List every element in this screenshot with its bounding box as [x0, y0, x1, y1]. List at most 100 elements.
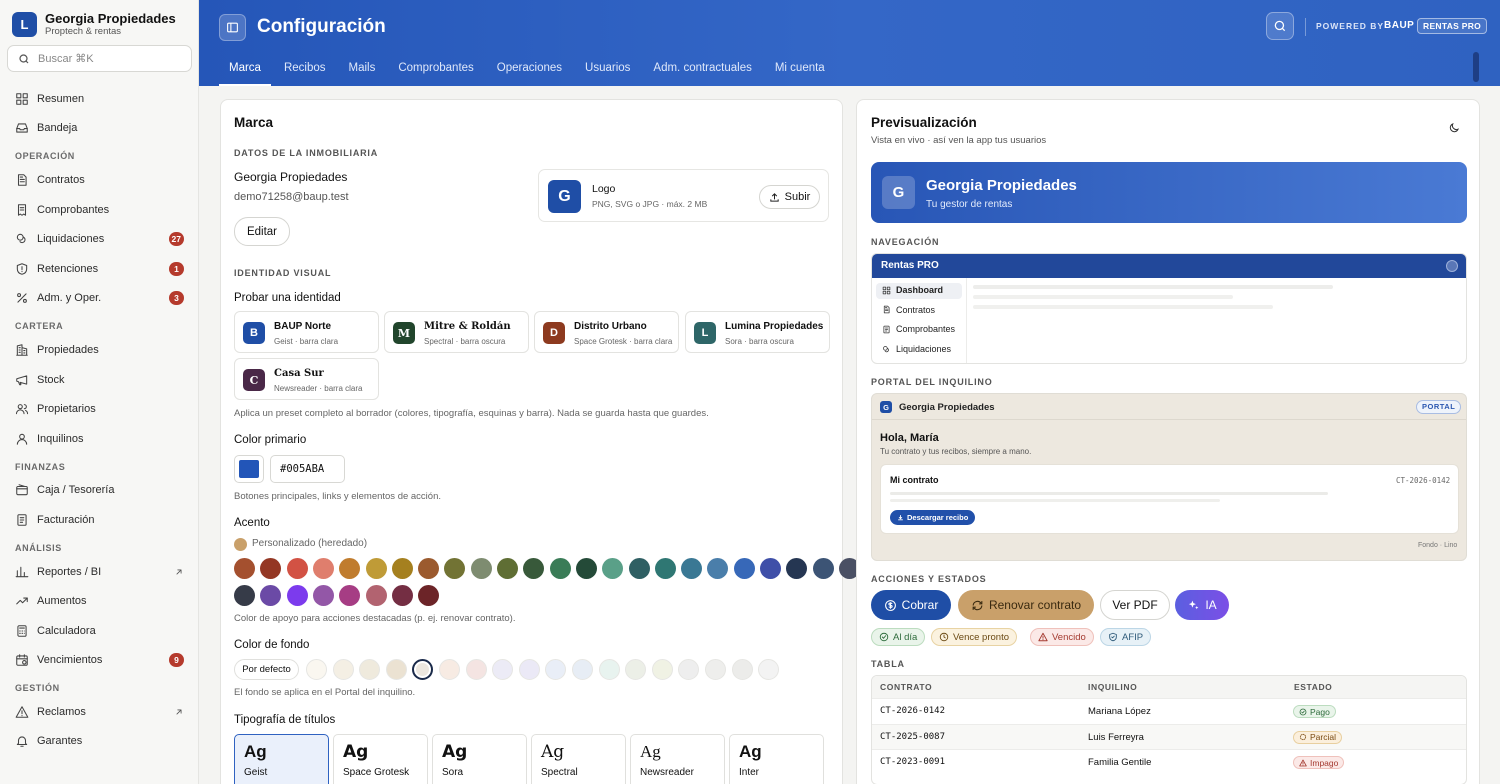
sidebar-item-aumentos[interactable]: Aumentos: [0, 586, 199, 616]
sidebar-item-propietarios[interactable]: Propietarios: [0, 394, 199, 424]
sidebar-item-comprobantes[interactable]: Comprobantes: [0, 195, 199, 225]
bg-swatch[interactable]: [598, 659, 620, 680]
sidebar-item-garantes[interactable]: Garantes: [0, 727, 199, 757]
preset-distrito-urbano[interactable]: D Distrito Urbano Space Grotesk · barra cl…: [534, 311, 679, 353]
accent-swatch[interactable]: [602, 558, 624, 579]
bg-swatch[interactable]: [465, 659, 487, 680]
accent-swatch[interactable]: [286, 558, 308, 579]
accent-swatch[interactable]: [444, 558, 466, 579]
bg-swatch[interactable]: [518, 659, 540, 680]
sidebar-item-adm-y-oper[interactable]: Adm. y Oper. 3: [0, 284, 199, 314]
primary-color-picker[interactable]: [234, 455, 264, 483]
header-search-button[interactable]: [1266, 12, 1294, 40]
sidebar-item-facturacion[interactable]: Facturación: [0, 505, 199, 535]
accent-swatch[interactable]: [365, 585, 387, 606]
tab-comprobantes[interactable]: Comprobantes: [388, 52, 483, 86]
sidebar-item-caja-tesoreria[interactable]: Caja / Tesorería: [0, 476, 199, 506]
table-row[interactable]: CT-2025-0087 Luis Ferreyra Parcial: [872, 723, 1466, 749]
tab-usuarios[interactable]: Usuarios: [575, 52, 640, 86]
accent-swatch[interactable]: [523, 558, 545, 579]
bg-swatch[interactable]: [359, 659, 381, 680]
ia-button[interactable]: IA: [1175, 590, 1229, 620]
preset-baup-norte[interactable]: B BAUP Norte Geist · barra clara: [234, 311, 379, 353]
accent-swatch[interactable]: [418, 558, 440, 579]
accent-swatch[interactable]: [654, 558, 676, 579]
sidebar-item-reportes-bi[interactable]: Reportes / BI: [0, 557, 199, 587]
typography-option-sora[interactable]: Ag Sora: [432, 734, 527, 784]
bg-default-button[interactable]: Por defecto: [234, 659, 299, 680]
accent-swatch[interactable]: [339, 585, 361, 606]
sidebar-item-calculadora[interactable]: Calculadora: [0, 616, 199, 646]
sidebar-item-retenciones[interactable]: Retenciones 1: [0, 254, 199, 284]
accent-swatch[interactable]: [312, 585, 334, 606]
tab-mails[interactable]: Mails: [339, 52, 386, 86]
accent-custom-swatch[interactable]: [234, 538, 247, 551]
tab-operaciones[interactable]: Operaciones: [487, 52, 572, 86]
accent-swatch[interactable]: [286, 585, 308, 606]
bg-swatch[interactable]: [651, 659, 673, 680]
bg-swatch[interactable]: [492, 659, 514, 680]
bg-swatch[interactable]: [412, 659, 434, 680]
cobrar-button[interactable]: Cobrar: [871, 590, 951, 620]
primary-color-hex-input[interactable]: #005ABA: [270, 455, 345, 483]
brand[interactable]: L Georgia Propiedades Proptech & rentas: [12, 11, 176, 37]
accent-swatch[interactable]: [234, 558, 255, 579]
accent-swatch[interactable]: [628, 558, 650, 579]
typography-option-inter[interactable]: Ag Inter: [729, 734, 824, 784]
typography-option-newsreader[interactable]: Ag Newsreader: [630, 734, 725, 784]
preset-mitre-roldan[interactable]: M Mitre & Roldán Spectral · barra oscura: [384, 311, 529, 353]
sidebar-item-liquidaciones[interactable]: Liquidaciones 27: [0, 224, 199, 254]
ver-pdf-button[interactable]: Ver PDF: [1100, 590, 1170, 620]
typography-option-space-grotesk[interactable]: Ag Space Grotesk: [333, 734, 428, 784]
accent-swatch[interactable]: [733, 558, 755, 579]
sidebar-item-contratos[interactable]: Contratos: [0, 165, 199, 195]
sidebar-item-bandeja[interactable]: Bandeja: [0, 114, 199, 144]
bg-swatch[interactable]: [758, 659, 780, 680]
bg-swatch[interactable]: [332, 659, 354, 680]
tab-mi-cuenta[interactable]: Mi cuenta: [765, 52, 835, 86]
bg-swatch[interactable]: [731, 659, 753, 680]
accent-swatch[interactable]: [812, 558, 834, 579]
sidebar-item-vencimientos[interactable]: Vencimientos 9: [0, 646, 199, 676]
preset-lumina-propiedades[interactable]: L Lumina Propiedades Sora · barra oscura: [685, 311, 830, 353]
upload-button[interactable]: Subir: [759, 185, 820, 209]
bg-swatch[interactable]: [705, 659, 726, 680]
tab-recibos[interactable]: Recibos: [274, 52, 336, 86]
sidebar-item-propiedades[interactable]: Propiedades: [0, 335, 199, 365]
accent-swatch[interactable]: [575, 558, 597, 579]
accent-swatch[interactable]: [234, 585, 255, 606]
bg-swatch[interactable]: [678, 659, 700, 680]
bg-swatch[interactable]: [545, 659, 567, 680]
bg-swatch[interactable]: [306, 659, 327, 680]
accent-swatch[interactable]: [391, 558, 413, 579]
tab-adm-contractuales[interactable]: Adm. contractuales: [643, 52, 761, 86]
accent-swatch[interactable]: [497, 558, 518, 579]
accent-swatch[interactable]: [549, 558, 571, 579]
tab-marca[interactable]: Marca: [219, 52, 271, 86]
bg-swatch[interactable]: [572, 659, 593, 680]
table-row[interactable]: CT-2026-0142 Mariana López Pago: [872, 698, 1466, 724]
sidebar-item-reclamos[interactable]: Reclamos: [0, 697, 199, 727]
bg-swatch[interactable]: [439, 659, 460, 680]
accent-swatch[interactable]: [418, 585, 440, 606]
typography-option-geist[interactable]: Ag Geist: [234, 734, 329, 784]
accent-swatch[interactable]: [260, 585, 282, 606]
theme-toggle-button[interactable]: [1448, 122, 1460, 134]
accent-swatch[interactable]: [339, 558, 361, 579]
bg-swatch[interactable]: [385, 659, 407, 680]
typography-option-spectral[interactable]: Ag Spectral: [531, 734, 626, 784]
accent-swatch[interactable]: [365, 558, 387, 579]
preset-casa-sur[interactable]: C Casa Sur Newsreader · barra clara: [234, 358, 379, 400]
download-receipt-button[interactable]: Descargar recibo: [890, 510, 976, 525]
tabs-scrollbar[interactable]: [1473, 52, 1479, 82]
edit-button[interactable]: Editar: [234, 217, 290, 246]
accent-swatch[interactable]: [760, 558, 781, 579]
sidebar-toggle-button[interactable]: [219, 14, 246, 41]
sidebar-item-inquilinos[interactable]: Inquilinos: [0, 424, 199, 454]
accent-swatch[interactable]: [391, 585, 413, 606]
bg-swatch[interactable]: [625, 659, 647, 680]
accent-swatch[interactable]: [786, 558, 808, 579]
sidebar-item-resumen[interactable]: Resumen: [0, 84, 199, 114]
accent-swatch[interactable]: [260, 558, 282, 579]
accent-swatch[interactable]: [470, 558, 492, 579]
